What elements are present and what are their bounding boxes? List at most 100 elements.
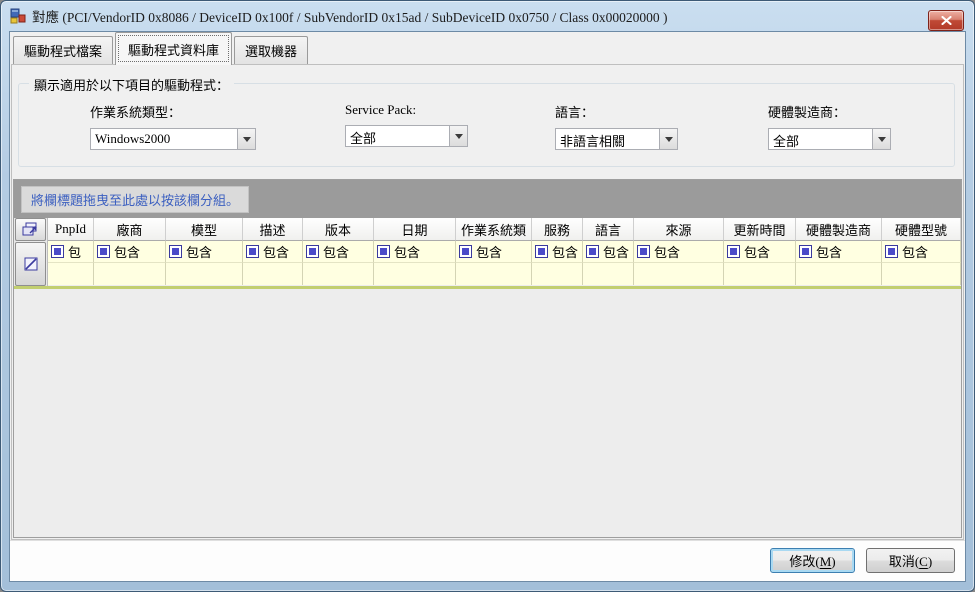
service-pack-combobox[interactable]: 全部 xyxy=(345,125,468,147)
hw-manufacturer-combobox[interactable]: 全部 xyxy=(768,128,891,150)
filter-condition-icon[interactable] xyxy=(535,245,548,258)
os-type-dropdown-button[interactable] xyxy=(237,129,255,149)
driver-grid: 將欄標題拖曳至此處以按該欄分組。 xyxy=(13,179,962,538)
filter-cell-update-time[interactable]: 包含 xyxy=(724,241,796,263)
dialog-window: 對應 (PCI/VendorID 0x8086 / DeviceID 0x100… xyxy=(0,0,975,592)
groupbox-title: 顯示適用於以下項目的驅動程式： xyxy=(29,75,234,94)
field-hw-manufacturer: 硬體製造商： 全部 xyxy=(768,102,891,150)
column-header-service[interactable]: 服務 xyxy=(532,218,583,241)
column-chooser-button[interactable] xyxy=(15,218,46,241)
filter-condition-icon[interactable] xyxy=(306,245,319,258)
column-header-hw-model[interactable]: 硬體型號 xyxy=(882,218,961,241)
column-header-model[interactable]: 模型 xyxy=(166,218,243,241)
tab-driver-database[interactable]: 驅動程式資料庫 xyxy=(115,32,232,65)
filter-cell-label: 包含 xyxy=(114,242,140,261)
column-header-pnpid[interactable]: PnpId xyxy=(48,218,94,241)
close-icon xyxy=(941,16,952,25)
grid-header-row: PnpId 廠商 模型 描述 版本 日期 作業系統類 服務 語言 來源 更新時間… xyxy=(48,218,961,241)
button-panel: 修改(M) 取消(C) xyxy=(10,540,965,581)
column-header-hw-manufacturer[interactable]: 硬體製造商 xyxy=(796,218,882,241)
empty-cell xyxy=(583,263,634,285)
titlebar[interactable]: 對應 (PCI/VendorID 0x8086 / DeviceID 0x100… xyxy=(1,1,974,31)
hw-manufacturer-dropdown-button[interactable] xyxy=(872,129,890,149)
filter-cell-description[interactable]: 包含 xyxy=(243,241,303,263)
filter-cell-label: 包含 xyxy=(816,242,842,261)
service-pack-value: 全部 xyxy=(346,126,449,146)
cancel-label-end: ) xyxy=(928,554,932,569)
filter-cell-label: 包含 xyxy=(394,242,420,261)
tab-driver-files[interactable]: 驅動程式檔案 xyxy=(13,36,113,64)
close-button[interactable] xyxy=(928,10,964,31)
column-header-update-time[interactable]: 更新時間 xyxy=(724,218,796,241)
language-label: 語言： xyxy=(555,102,678,121)
empty-cell xyxy=(634,263,724,285)
filter-condition-icon[interactable] xyxy=(246,245,259,258)
column-header-vendor[interactable]: 廠商 xyxy=(94,218,166,241)
cancel-button[interactable]: 取消(C) xyxy=(866,548,955,573)
filter-cell-hw-manufacturer[interactable]: 包含 xyxy=(796,241,882,263)
filter-cell-source[interactable]: 包含 xyxy=(634,241,724,263)
chevron-down-icon xyxy=(455,134,463,139)
language-dropdown-button[interactable] xyxy=(659,129,677,149)
tab-select-machine[interactable]: 選取機器 xyxy=(234,36,308,64)
filter-cell-label: 包含 xyxy=(902,242,928,261)
filter-cell-date[interactable]: 包含 xyxy=(374,241,456,263)
service-pack-dropdown-button[interactable] xyxy=(449,126,467,146)
filter-condition-icon[interactable] xyxy=(377,245,390,258)
empty-cell xyxy=(303,263,374,285)
filter-condition-icon[interactable] xyxy=(97,245,110,258)
field-language: 語言： 非語言相關 xyxy=(555,102,678,150)
filter-cell-model[interactable]: 包含 xyxy=(166,241,243,263)
filter-cell-label: 包含 xyxy=(476,242,502,261)
filter-condition-icon[interactable] xyxy=(169,245,182,258)
filter-cell-label: 包 xyxy=(68,242,81,261)
column-header-version[interactable]: 版本 xyxy=(303,218,374,241)
driver-filter-groupbox: 顯示適用於以下項目的驅動程式： 作業系統類型： Windows2000 Serv… xyxy=(18,83,955,167)
filter-cell-label: 包含 xyxy=(263,242,289,261)
column-header-source[interactable]: 來源 xyxy=(634,218,724,241)
column-header-language[interactable]: 語言 xyxy=(583,218,634,241)
modify-label: 修改( xyxy=(789,554,819,569)
grid-indicator-column xyxy=(14,218,48,286)
filter-condition-icon[interactable] xyxy=(586,245,599,258)
service-pack-label: Service Pack: xyxy=(345,102,468,118)
window-title: 對應 (PCI/VendorID 0x8086 / DeviceID 0x100… xyxy=(32,6,668,26)
filter-condition-icon[interactable] xyxy=(51,245,64,258)
filter-cell-label: 包含 xyxy=(603,242,629,261)
modify-accesskey: M xyxy=(820,554,832,569)
filter-cell-hw-model[interactable]: 包含 xyxy=(882,241,961,263)
column-header-date[interactable]: 日期 xyxy=(374,218,456,241)
filter-cell-os-type[interactable]: 包含 xyxy=(456,241,532,263)
empty-cell xyxy=(882,263,961,285)
filter-cell-language[interactable]: 包含 xyxy=(583,241,634,263)
filter-condition-icon[interactable] xyxy=(637,245,650,258)
filter-cell-pnpid[interactable]: 包 xyxy=(48,241,94,263)
filter-condition-icon[interactable] xyxy=(799,245,812,258)
empty-cell xyxy=(94,263,166,285)
os-type-combobox[interactable]: Windows2000 xyxy=(90,128,256,150)
filter-cell-label: 包含 xyxy=(552,242,578,261)
filter-condition-icon[interactable] xyxy=(459,245,472,258)
dialog-client-area: 驅動程式檔案 驅動程式資料庫 選取機器 顯示適用於以下項目的驅動程式： 作業系統… xyxy=(9,31,966,582)
filter-condition-icon[interactable] xyxy=(727,245,740,258)
filter-cell-version[interactable]: 包含 xyxy=(303,241,374,263)
modify-button[interactable]: 修改(M) xyxy=(770,548,855,573)
grid-group-by-panel[interactable]: 將欄標題拖曳至此處以按該欄分組。 xyxy=(14,180,961,218)
grid-auto-filter-row: 包 包含 包含 包含 包含 包含 包含 包含 包含 包含 包含 包含 xyxy=(48,241,961,263)
column-header-description[interactable]: 描述 xyxy=(243,218,303,241)
filter-cell-label: 包含 xyxy=(744,242,770,261)
filter-cell-vendor[interactable]: 包含 xyxy=(94,241,166,263)
cancel-accesskey: C xyxy=(919,554,928,569)
empty-cell xyxy=(374,263,456,285)
empty-cell xyxy=(724,263,796,285)
grid-columns-area: PnpId 廠商 模型 描述 版本 日期 作業系統類 服務 語言 來源 更新時間… xyxy=(48,218,961,286)
filter-cell-service[interactable]: 包含 xyxy=(532,241,583,263)
empty-cell xyxy=(532,263,583,285)
chevron-down-icon xyxy=(878,137,886,142)
chevron-down-icon xyxy=(665,137,673,142)
filter-row-indicator[interactable] xyxy=(15,242,46,286)
filter-condition-icon[interactable] xyxy=(885,245,898,258)
column-header-os-type[interactable]: 作業系統類 xyxy=(456,218,532,241)
cancel-label: 取消( xyxy=(889,554,919,569)
language-combobox[interactable]: 非語言相關 xyxy=(555,128,678,150)
